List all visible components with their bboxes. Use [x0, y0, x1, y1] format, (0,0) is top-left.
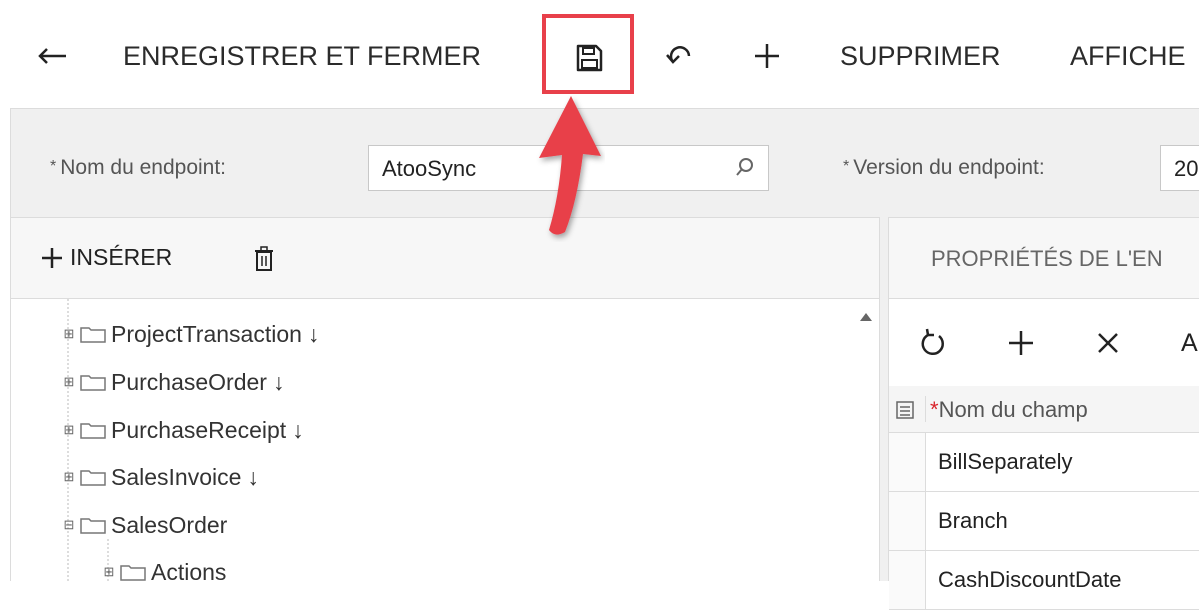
- tree-item[interactable]: ⊞ SalesInvoice ↓: [61, 462, 259, 492]
- folder-icon: [120, 565, 146, 581]
- endpoint-version-field[interactable]: 20: [1160, 145, 1199, 191]
- back-button[interactable]: [36, 36, 68, 76]
- arrow-left-icon: [38, 48, 66, 64]
- insert-label: INSÉRER: [70, 244, 173, 270]
- folder-icon: [80, 423, 106, 439]
- tree-item[interactable]: ⊞ Actions: [101, 557, 227, 587]
- plus-icon: [755, 44, 779, 68]
- delete-label: SUPPRIMER: [840, 40, 1001, 71]
- save-button-highlight: [542, 14, 634, 94]
- close-icon[interactable]: [1096, 331, 1120, 355]
- endpoint-version-value: 20: [1174, 156, 1199, 181]
- expand-icon[interactable]: ⊞: [61, 469, 77, 485]
- tree-item-label: PurchaseOrder: [111, 368, 267, 395]
- tree-item[interactable]: ⊟ SalesOrder: [61, 510, 228, 540]
- tree-item-label: Actions: [151, 558, 227, 585]
- folder-icon: [80, 375, 106, 391]
- collapse-icon[interactable]: ⊟: [61, 517, 77, 533]
- tree-item[interactable]: ⊞ PurchaseOrder ↓: [61, 367, 285, 397]
- row-gutter: [889, 492, 926, 550]
- table-row[interactable]: CashDiscountDate: [889, 551, 1199, 610]
- down-arrow-marker: ↓: [292, 416, 304, 443]
- endpoint-name-label: * Nom du endpoint:: [50, 156, 227, 179]
- column-header-field-name[interactable]: *Nom du champ: [930, 397, 1088, 423]
- undo-button[interactable]: [664, 36, 696, 76]
- trash-icon: [255, 246, 273, 271]
- tree-item-label: SalesOrder: [111, 511, 228, 538]
- grid-header: *Nom du champ: [889, 386, 1199, 433]
- properties-toolbar: A: [889, 299, 1199, 387]
- endpoint-version-label: * Version du endpoint:: [843, 156, 1045, 179]
- down-arrow-marker: ↓: [307, 320, 320, 347]
- plus-icon[interactable]: [1007, 329, 1035, 357]
- properties-tab-bar: PROPRIÉTÉS DE L'EN: [889, 218, 1199, 299]
- folder-icon: [80, 470, 106, 486]
- show-label: AFFICHE: [1070, 40, 1186, 71]
- folder-icon: [80, 327, 106, 343]
- toolbar-action-partial[interactable]: A: [1181, 329, 1198, 358]
- tree-item[interactable]: ⊞ ProjectTransaction ↓: [61, 319, 320, 349]
- tree-toolbar: INSÉRER: [11, 218, 879, 299]
- grid-settings-icon[interactable]: [895, 400, 915, 420]
- delete-tree-button[interactable]: [254, 246, 274, 277]
- down-arrow-marker: ↓: [247, 463, 259, 490]
- row-gutter: [889, 433, 926, 491]
- save-and-close-button[interactable]: ENREGISTRER ET FERMER: [123, 36, 481, 76]
- row-gutter: [889, 551, 926, 609]
- table-cell-field-name: Branch: [938, 508, 1008, 533]
- search-icon[interactable]: [734, 156, 756, 178]
- table-row[interactable]: Branch: [889, 492, 1199, 551]
- column-divider: [925, 396, 926, 422]
- undo-icon: [666, 46, 691, 64]
- endpoint-name-value: AtooSync: [382, 156, 477, 181]
- expand-icon[interactable]: ⊞: [61, 374, 77, 390]
- table-cell-field-name: CashDiscountDate: [938, 567, 1122, 592]
- plus-icon: [42, 247, 62, 268]
- tree-item-label: PurchaseReceipt: [111, 416, 287, 443]
- folder-icon: [80, 518, 106, 534]
- required-mark: *: [930, 397, 939, 422]
- show-button[interactable]: AFFICHE: [1070, 36, 1186, 76]
- tree-item-label: SalesInvoice: [111, 463, 242, 490]
- table-row[interactable]: BillSeparately: [889, 433, 1199, 492]
- tree-item-label: ProjectTransaction: [111, 320, 302, 347]
- tree-item[interactable]: ⊞ PurchaseReceipt ↓: [61, 415, 304, 445]
- add-button[interactable]: [752, 36, 782, 76]
- insert-button[interactable]: INSÉRER: [40, 244, 172, 271]
- refresh-icon[interactable]: [919, 327, 947, 357]
- scroll-up-arrow[interactable]: [860, 313, 872, 321]
- properties-panel: PROPRIÉTÉS DE L'EN A *Nom du champ BillS…: [888, 217, 1199, 610]
- save-and-close-label: ENREGISTRER ET FERMER: [123, 40, 482, 71]
- table-cell-field-name: BillSeparately: [938, 449, 1073, 474]
- tree-panel: INSÉRER ⊞ ProjectTransaction ↓ ⊞ Purchas…: [11, 217, 880, 585]
- expand-icon[interactable]: ⊞: [61, 326, 77, 342]
- annotation-arrow: [539, 96, 601, 235]
- delete-button[interactable]: SUPPRIMER: [840, 36, 1001, 76]
- tab-properties[interactable]: PROPRIÉTÉS DE L'EN: [931, 246, 1163, 272]
- expand-icon[interactable]: ⊞: [101, 564, 117, 580]
- tree-view[interactable]: ⊞ ProjectTransaction ↓ ⊞ PurchaseOrder ↓…: [11, 299, 879, 585]
- down-arrow-marker: ↓: [272, 368, 285, 395]
- expand-icon[interactable]: ⊞: [61, 422, 77, 438]
